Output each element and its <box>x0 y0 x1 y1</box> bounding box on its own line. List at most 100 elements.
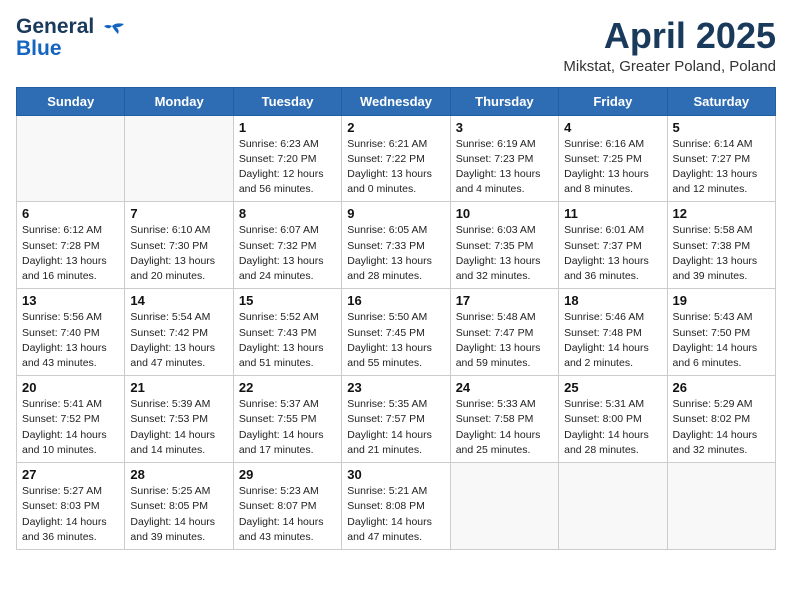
day-number: 14 <box>130 293 227 308</box>
day-number: 19 <box>673 293 770 308</box>
calendar-day-cell: 3Sunrise: 6:19 AMSunset: 7:23 PMDaylight… <box>450 115 558 202</box>
weekday-header: Thursday <box>450 87 558 115</box>
calendar-day-cell: 17 Sunrise: 5:48 AMSunset: 7:47 PMDayligh… <box>450 289 558 376</box>
title-block: April 2025 Mikstat, Greater Poland, Pola… <box>563 16 776 75</box>
day-number: 25 <box>564 380 661 395</box>
day-info: Sunrise: 6:07 AMSunset: 7:32 PMDaylight:… <box>239 223 336 284</box>
day-info: Sunrise: 5:56 AMSunset: 7:40 PMDaylight:… <box>22 310 119 371</box>
calendar-day-cell: 16 Sunrise: 5:50 AMSunset: 7:45 PMDayligh… <box>342 289 450 376</box>
day-info: Sunrise: 5:29 AMSunset: 8:02 PMDaylight:… <box>673 397 770 458</box>
calendar-week-row: 20 Sunrise: 5:41 AMSunset: 7:52 PMDayligh… <box>17 376 776 463</box>
logo-text-general: General <box>16 16 94 38</box>
day-info: Sunrise: 6:21 AMSunset: 7:22 PMDaylight:… <box>347 137 444 198</box>
day-number: 27 <box>22 467 119 482</box>
day-number: 10 <box>456 206 553 221</box>
day-info: Sunrise: 5:48 AMSunset: 7:47 PMDaylight:… <box>456 310 553 371</box>
weekday-header-row: SundayMondayTuesdayWednesdayThursdayFrid… <box>17 87 776 115</box>
calendar-day-cell: 30 Sunrise: 5:21 AMSunset: 8:08 PMDayligh… <box>342 463 450 550</box>
day-number: 16 <box>347 293 444 308</box>
location-subtitle: Mikstat, Greater Poland, Poland <box>563 58 776 75</box>
calendar-day-cell <box>450 463 558 550</box>
calendar-day-cell: 11Sunrise: 6:01 AMSunset: 7:37 PMDayligh… <box>559 202 667 289</box>
day-number: 23 <box>347 380 444 395</box>
day-number: 17 <box>456 293 553 308</box>
calendar-day-cell: 1 Sunrise: 6:23 AMSunset: 7:20 PMDaylight… <box>233 115 341 202</box>
calendar-table: SundayMondayTuesdayWednesdayThursdayFrid… <box>16 87 776 550</box>
day-number: 9 <box>347 206 444 221</box>
calendar-day-cell: 9 Sunrise: 6:05 AMSunset: 7:33 PMDaylight… <box>342 202 450 289</box>
logo-text-blue: Blue <box>16 38 94 60</box>
day-info: Sunrise: 5:46 AMSunset: 7:48 PMDaylight:… <box>564 310 661 371</box>
calendar-day-cell: 2Sunrise: 6:21 AMSunset: 7:22 PMDaylight… <box>342 115 450 202</box>
day-number: 28 <box>130 467 227 482</box>
day-info: Sunrise: 5:31 AMSunset: 8:00 PMDaylight:… <box>564 397 661 458</box>
day-info: Sunrise: 6:19 AMSunset: 7:23 PMDaylight:… <box>456 137 553 198</box>
calendar-day-cell: 10 Sunrise: 6:03 AMSunset: 7:35 PMDayligh… <box>450 202 558 289</box>
day-info: Sunrise: 5:27 AMSunset: 8:03 PMDaylight:… <box>22 484 119 545</box>
calendar-week-row: 13 Sunrise: 5:56 AMSunset: 7:40 PMDayligh… <box>17 289 776 376</box>
day-number: 20 <box>22 380 119 395</box>
weekday-header: Tuesday <box>233 87 341 115</box>
day-number: 29 <box>239 467 336 482</box>
weekday-header: Saturday <box>667 87 775 115</box>
day-info: Sunrise: 6:16 AMSunset: 7:25 PMDaylight:… <box>564 137 661 198</box>
day-number: 4 <box>564 120 661 135</box>
calendar-day-cell <box>125 115 233 202</box>
day-info: Sunrise: 6:10 AMSunset: 7:30 PMDaylight:… <box>130 223 227 284</box>
day-info: Sunrise: 5:50 AMSunset: 7:45 PMDaylight:… <box>347 310 444 371</box>
calendar-day-cell: 15 Sunrise: 5:52 AMSunset: 7:43 PMDayligh… <box>233 289 341 376</box>
calendar-day-cell: 26 Sunrise: 5:29 AMSunset: 8:02 PMDayligh… <box>667 376 775 463</box>
calendar-day-cell: 21 Sunrise: 5:39 AMSunset: 7:53 PMDayligh… <box>125 376 233 463</box>
day-info: Sunrise: 5:54 AMSunset: 7:42 PMDaylight:… <box>130 310 227 371</box>
day-info: Sunrise: 5:52 AMSunset: 7:43 PMDaylight:… <box>239 310 336 371</box>
day-info: Sunrise: 6:23 AMSunset: 7:20 PMDaylight:… <box>239 137 336 198</box>
day-number: 13 <box>22 293 119 308</box>
calendar-week-row: 27 Sunrise: 5:27 AMSunset: 8:03 PMDayligh… <box>17 463 776 550</box>
day-info: Sunrise: 6:05 AMSunset: 7:33 PMDaylight:… <box>347 223 444 284</box>
day-info: Sunrise: 5:43 AMSunset: 7:50 PMDaylight:… <box>673 310 770 371</box>
day-info: Sunrise: 6:12 AMSunset: 7:28 PMDaylight:… <box>22 223 119 284</box>
calendar-day-cell: 23 Sunrise: 5:35 AMSunset: 7:57 PMDayligh… <box>342 376 450 463</box>
calendar-day-cell: 14 Sunrise: 5:54 AMSunset: 7:42 PMDayligh… <box>125 289 233 376</box>
month-year-title: April 2025 <box>563 16 776 56</box>
day-number: 30 <box>347 467 444 482</box>
calendar-week-row: 6 Sunrise: 6:12 AMSunset: 7:28 PMDaylight… <box>17 202 776 289</box>
calendar-day-cell <box>667 463 775 550</box>
calendar-day-cell: 20 Sunrise: 5:41 AMSunset: 7:52 PMDayligh… <box>17 376 125 463</box>
day-number: 6 <box>22 206 119 221</box>
calendar-day-cell: 8 Sunrise: 6:07 AMSunset: 7:32 PMDaylight… <box>233 202 341 289</box>
day-number: 21 <box>130 380 227 395</box>
day-number: 7 <box>130 206 227 221</box>
day-number: 15 <box>239 293 336 308</box>
calendar-day-cell <box>559 463 667 550</box>
calendar-day-cell: 19 Sunrise: 5:43 AMSunset: 7:50 PMDayligh… <box>667 289 775 376</box>
weekday-header: Monday <box>125 87 233 115</box>
day-info: Sunrise: 5:39 AMSunset: 7:53 PMDaylight:… <box>130 397 227 458</box>
calendar-week-row: 1 Sunrise: 6:23 AMSunset: 7:20 PMDaylight… <box>17 115 776 202</box>
day-number: 1 <box>239 120 336 135</box>
weekday-header: Friday <box>559 87 667 115</box>
calendar-day-cell: 4 Sunrise: 6:16 AMSunset: 7:25 PMDaylight… <box>559 115 667 202</box>
day-info: Sunrise: 5:35 AMSunset: 7:57 PMDaylight:… <box>347 397 444 458</box>
page-header: General Blue April 2025 Mikstat, Greater… <box>16 16 776 75</box>
day-number: 26 <box>673 380 770 395</box>
day-number: 5 <box>673 120 770 135</box>
day-number: 24 <box>456 380 553 395</box>
weekday-header: Wednesday <box>342 87 450 115</box>
calendar-day-cell: 27 Sunrise: 5:27 AMSunset: 8:03 PMDayligh… <box>17 463 125 550</box>
calendar-day-cell: 25 Sunrise: 5:31 AMSunset: 8:00 PMDayligh… <box>559 376 667 463</box>
calendar-day-cell: 18Sunrise: 5:46 AMSunset: 7:48 PMDayligh… <box>559 289 667 376</box>
day-info: Sunrise: 5:25 AMSunset: 8:05 PMDaylight:… <box>130 484 227 545</box>
day-number: 8 <box>239 206 336 221</box>
calendar-day-cell: 29Sunrise: 5:23 AMSunset: 8:07 PMDayligh… <box>233 463 341 550</box>
calendar-day-cell: 28 Sunrise: 5:25 AMSunset: 8:05 PMDayligh… <box>125 463 233 550</box>
calendar-day-cell: 13 Sunrise: 5:56 AMSunset: 7:40 PMDayligh… <box>17 289 125 376</box>
day-info: Sunrise: 6:03 AMSunset: 7:35 PMDaylight:… <box>456 223 553 284</box>
calendar-day-cell: 5Sunrise: 6:14 AMSunset: 7:27 PMDaylight… <box>667 115 775 202</box>
day-info: Sunrise: 5:33 AMSunset: 7:58 PMDaylight:… <box>456 397 553 458</box>
day-info: Sunrise: 5:21 AMSunset: 8:08 PMDaylight:… <box>347 484 444 545</box>
weekday-header: Sunday <box>17 87 125 115</box>
calendar-day-cell: 12Sunrise: 5:58 AMSunset: 7:38 PMDayligh… <box>667 202 775 289</box>
day-number: 22 <box>239 380 336 395</box>
day-info: Sunrise: 5:41 AMSunset: 7:52 PMDaylight:… <box>22 397 119 458</box>
